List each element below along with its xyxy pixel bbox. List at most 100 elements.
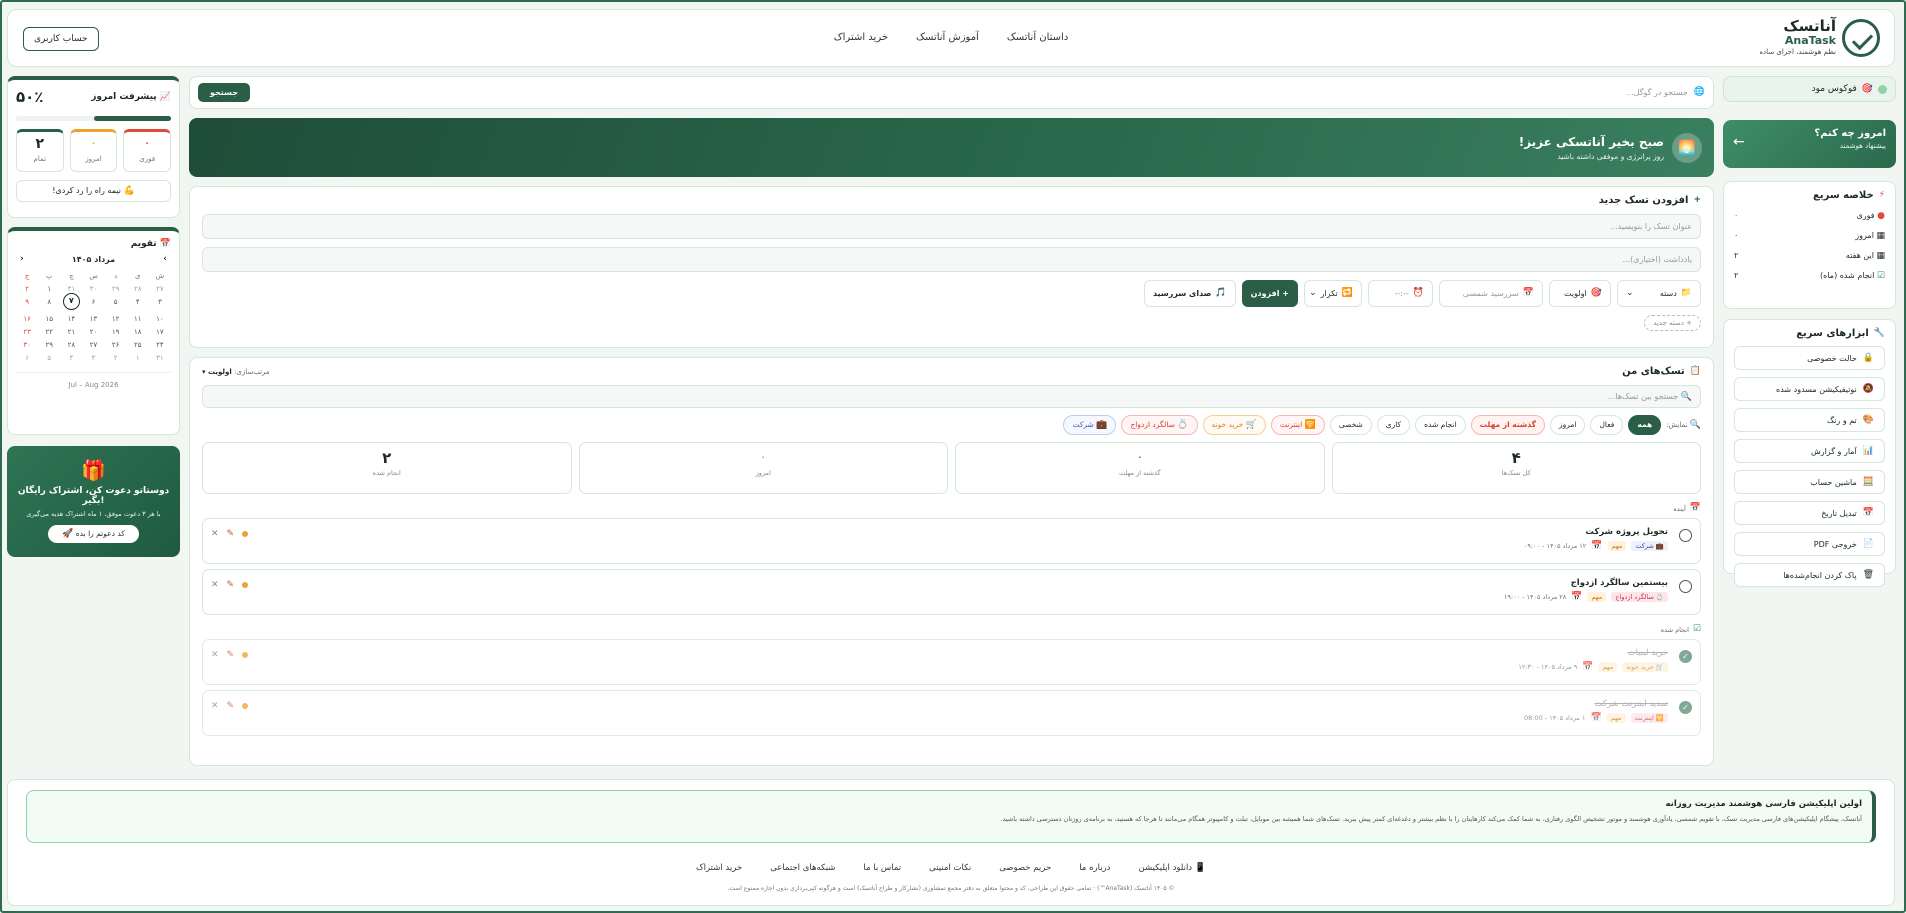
- filter-personal[interactable]: شخصی: [1329, 415, 1372, 435]
- calendar-day[interactable]: ۱۹: [105, 328, 127, 336]
- task-checkbox[interactable]: [1679, 580, 1692, 593]
- calendar-day[interactable]: ۲۵: [127, 341, 149, 349]
- filter-work[interactable]: کاری: [1376, 415, 1411, 435]
- nav-story[interactable]: داستان آناتسک: [1007, 32, 1068, 43]
- footer-link-security[interactable]: نکات امنیتی: [929, 863, 971, 873]
- footer-link-download[interactable]: 📱 دانلود اپلیکیشن: [1138, 863, 1206, 873]
- tool-calculator[interactable]: 🧮 ماشین حساب: [1734, 470, 1885, 494]
- calendar-day[interactable]: ۴: [60, 354, 82, 362]
- calendar-day[interactable]: ۵: [38, 354, 60, 362]
- task-checkbox[interactable]: [1679, 529, 1692, 542]
- tasks-search-input[interactable]: 🔍 جستجو بین تسک‌ها...: [202, 385, 1701, 408]
- new-category-button[interactable]: + دسته جدید: [1644, 315, 1701, 331]
- calendar-day[interactable]: ۲: [105, 354, 127, 362]
- filter-internet[interactable]: 🛜 اینترنت: [1270, 415, 1325, 435]
- calendar-day[interactable]: ۱۲: [105, 315, 127, 323]
- task-item[interactable]: تحویل پروژه شرکت 💼 شرکت مهم 📅 ۱۲ مرداد ۱۴۰۵…: [202, 518, 1701, 564]
- calendar-day[interactable]: ۱۳: [82, 315, 104, 323]
- due-date-input[interactable]: 📅 سررسید شمسی: [1439, 280, 1543, 307]
- filter-anniversary[interactable]: 💍 سالگرد ازدواج: [1121, 415, 1198, 435]
- calendar-day[interactable]: ۱۸: [127, 328, 149, 336]
- tool-private-mode[interactable]: 🔒 حالت خصوصی: [1734, 346, 1885, 370]
- calendar-day[interactable]: ۱۷: [149, 328, 171, 336]
- edit-icon[interactable]: ✎: [227, 650, 235, 660]
- task-item-done[interactable]: ✓ خرید لبنیات 🛒 خرید خونه مهم 📅 ۹ مرداد ۱۴۰…: [202, 639, 1701, 685]
- footer-link-privacy[interactable]: حریم خصوصی: [999, 863, 1051, 873]
- calendar-day[interactable]: ۲: [16, 285, 38, 293]
- delete-icon[interactable]: ✕: [211, 529, 219, 539]
- edit-icon[interactable]: ✎: [227, 529, 235, 539]
- calendar-day[interactable]: ۳: [149, 298, 171, 310]
- calendar-day[interactable]: ۲۸: [60, 341, 82, 349]
- filter-today[interactable]: امروز: [1549, 415, 1586, 435]
- task-title-input[interactable]: عنوان تسک را بنویسید...: [202, 214, 1701, 239]
- calendar-day[interactable]: ۳۱: [149, 354, 171, 362]
- account-button[interactable]: حساب کاربری: [23, 27, 99, 51]
- footer-link-about[interactable]: درباره ما: [1079, 863, 1110, 873]
- footer-link-subscribe[interactable]: خرید اشتراک: [696, 863, 742, 873]
- footer-link-social[interactable]: شبکه‌های اجتماعی: [770, 863, 835, 873]
- calendar-day[interactable]: ۲۳: [16, 328, 38, 336]
- tool-stats[interactable]: 📊 آمار و گزارش: [1734, 439, 1885, 463]
- nav-subscribe[interactable]: خرید اشتراک: [834, 32, 888, 43]
- task-checkbox-checked[interactable]: ✓: [1679, 650, 1692, 663]
- task-item[interactable]: بیستمین سالگرد ازدواج 💍 سالگرد ازدواج مهم…: [202, 569, 1701, 615]
- calendar-day[interactable]: ۲۷: [149, 285, 171, 293]
- time-input[interactable]: ⏰ --:--: [1368, 280, 1433, 307]
- category-select[interactable]: 📁 دسته ⌄: [1617, 280, 1701, 307]
- chevron-right-icon[interactable]: ›: [163, 255, 167, 264]
- calendar-day[interactable]: ۲۱: [60, 328, 82, 336]
- tool-notifications[interactable]: 🔕 نوتیفیکیشن مسدود شده: [1734, 377, 1885, 401]
- calendar-day[interactable]: ۱۵: [38, 315, 60, 323]
- calendar-day[interactable]: ۲۴: [149, 341, 171, 349]
- nav-tutorial[interactable]: آموزش آناتسک: [916, 32, 979, 43]
- focus-mode-toggle[interactable]: 🎯 فوکوس مود: [1723, 76, 1896, 102]
- calendar-day[interactable]: ۲۲: [38, 328, 60, 336]
- calendar-day[interactable]: ۱: [38, 285, 60, 293]
- footer-link-contact[interactable]: تماس با ما: [863, 863, 901, 873]
- calendar-day[interactable]: ۳: [82, 354, 104, 362]
- filter-company[interactable]: 💼 شرکت: [1063, 415, 1117, 435]
- calendar-day[interactable]: ۲۷: [82, 341, 104, 349]
- invite-button[interactable]: 🚀 کد دعوتم را بده: [48, 525, 139, 543]
- edit-icon[interactable]: ✎: [227, 580, 235, 590]
- calendar-day[interactable]: ۶: [82, 298, 104, 310]
- add-task-button[interactable]: + افزودن: [1241, 280, 1298, 307]
- calendar-day[interactable]: ۱۶: [16, 315, 38, 323]
- calendar-day[interactable]: ۵: [105, 298, 127, 310]
- due-sound-button[interactable]: 🎵 صدای سررسید: [1144, 280, 1236, 307]
- filter-overdue[interactable]: گذشته از مهلت: [1470, 415, 1545, 435]
- repeat-select[interactable]: 🔁 تکرار ⌄: [1304, 280, 1362, 307]
- filter-active[interactable]: فعال: [1590, 415, 1624, 435]
- calendar-day[interactable]: ۱۴: [60, 315, 82, 323]
- calendar-day[interactable]: ۲۰: [82, 328, 104, 336]
- filter-home-shopping[interactable]: 🛒 خرید خونه: [1202, 415, 1266, 435]
- tool-clear-done[interactable]: 🗑 پاک کردن انجام‌شده‌ها: [1734, 563, 1885, 587]
- calendar-day[interactable]: ۲۹: [38, 341, 60, 349]
- filter-done[interactable]: انجام شده: [1415, 415, 1466, 435]
- calendar-day[interactable]: ۳۱: [60, 285, 82, 293]
- chevron-left-icon[interactable]: ‹: [20, 255, 24, 264]
- calendar-day[interactable]: ۱۱: [127, 315, 149, 323]
- calendar-day[interactable]: ۸: [38, 298, 60, 310]
- filter-all[interactable]: همه: [1628, 415, 1662, 435]
- task-item-done[interactable]: ✓ تمدید اینترنت شرکت 🛜 اینترنت مهم 📅 ۱ مردا…: [202, 690, 1701, 736]
- priority-select[interactable]: 🎯 اولویت: [1549, 280, 1611, 307]
- calendar-day[interactable]: ۹: [16, 298, 38, 310]
- what-todo-card[interactable]: امروز چه کنم؟ پیشنهاد هوشمند ←: [1723, 120, 1896, 168]
- task-checkbox-checked[interactable]: ✓: [1679, 701, 1692, 714]
- calendar-day[interactable]: ۴: [127, 298, 149, 310]
- calendar-day[interactable]: ۱۰: [149, 315, 171, 323]
- calendar-day[interactable]: ۳۰: [16, 341, 38, 349]
- calendar-day[interactable]: ۲۸: [127, 285, 149, 293]
- delete-icon[interactable]: ✕: [211, 580, 219, 590]
- task-note-input[interactable]: یادداشت (اختیاری)...: [202, 247, 1701, 272]
- tool-theme[interactable]: 🎨 تم و رنگ: [1734, 408, 1885, 432]
- calendar-day[interactable]: ۲۶: [105, 341, 127, 349]
- calendar-day[interactable]: ۲۹: [105, 285, 127, 293]
- tool-pdf-export[interactable]: 📄 خروجی PDF: [1734, 532, 1885, 556]
- calendar-day[interactable]: ۱: [127, 354, 149, 362]
- tool-date-convert[interactable]: 📅 تبدیل تاریخ: [1734, 501, 1885, 525]
- search-button[interactable]: جستجو: [198, 83, 250, 102]
- calendar-day[interactable]: ۳۰: [82, 285, 104, 293]
